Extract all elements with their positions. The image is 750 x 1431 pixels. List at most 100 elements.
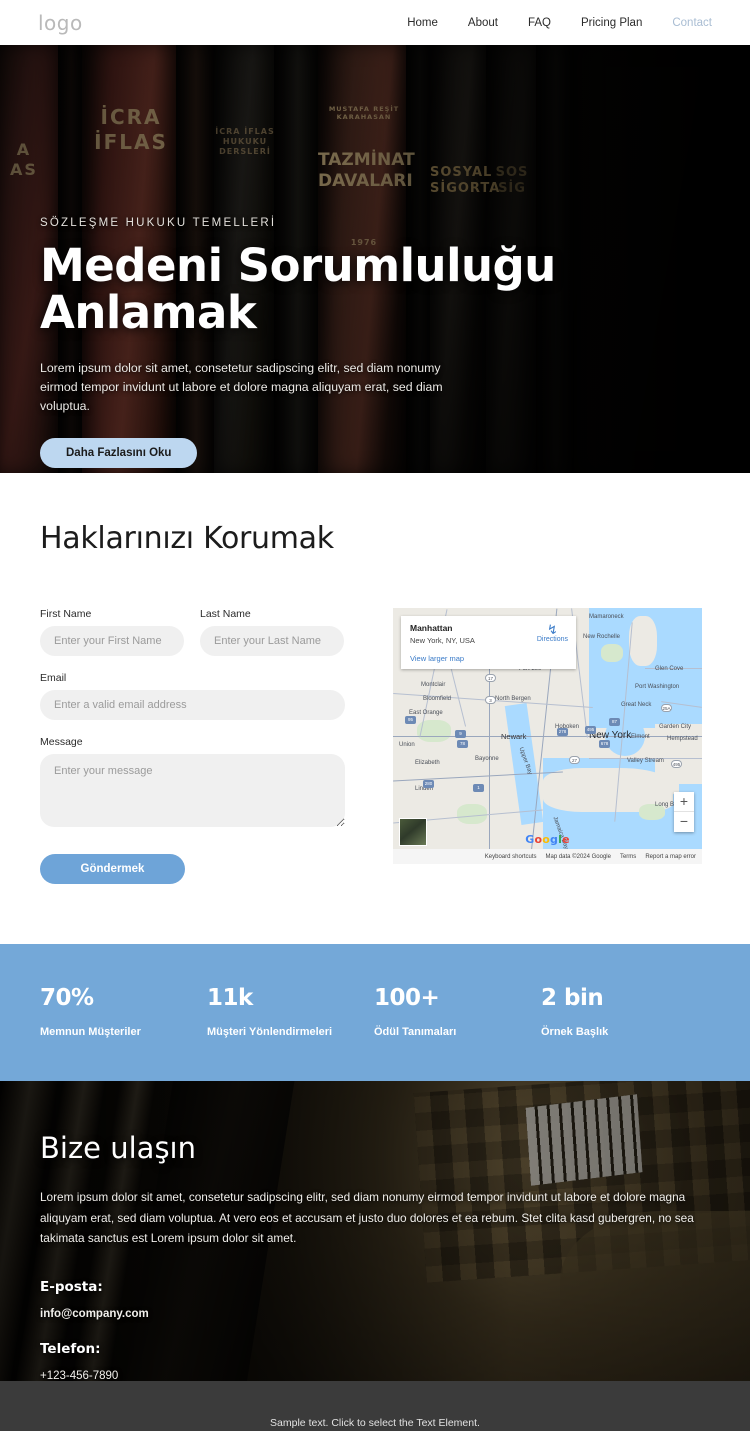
hero-title: Medeni Sorumluluğu Anlamak — [40, 242, 560, 337]
terms-link[interactable]: Terms — [620, 854, 636, 860]
nav-item-contact[interactable]: Contact — [672, 17, 712, 29]
reach-title: Bize ulaşın — [40, 1131, 196, 1165]
map-info-card: Manhattan New York, NY, USA View larger … — [401, 616, 576, 669]
map-label-new-rochelle: New Rochelle — [583, 634, 621, 640]
email-label: Email — [40, 672, 67, 684]
google-map-embed[interactable]: Manhattan New York, NY, USA View larger … — [393, 608, 702, 864]
reach-us-section: Bize ulaşın Lorem ipsum dolor sit amet, … — [0, 1081, 750, 1381]
contact-form: First Name Last Name Email Message — [40, 608, 345, 884]
map-label-glen-cove: Glen Cove — [655, 666, 684, 672]
map-attribution-bar: Keyboard shortcuts Map data ©2024 Google… — [393, 849, 702, 864]
hero-description: Lorem ipsum dolor sit amet, consetetur s… — [40, 360, 443, 413]
route-shield-280: 280 — [423, 780, 434, 788]
map-label-hempstead: Hempstead — [667, 736, 698, 742]
logo[interactable]: logo — [38, 11, 83, 35]
stat-label: Müşteri Yönlendirmeleri — [207, 1026, 333, 1038]
route-circle-3: 3 — [485, 696, 496, 704]
hero-section: İCRAİFLAS AAS İCRA İFLASHUKUKUDERSLERİ M… — [0, 45, 750, 473]
first-name-label: First Name — [40, 608, 92, 620]
stat-item: 2 bin Örnek Başlık — [541, 985, 708, 1039]
map-street-view-thumbnail[interactable] — [399, 818, 427, 846]
nav-item-faq[interactable]: FAQ — [528, 17, 551, 29]
map-label-montclair: Montclair — [421, 682, 446, 688]
view-larger-map-link[interactable]: View larger map — [410, 654, 567, 663]
main-navigation: Home About FAQ Pricing Plan Contact — [407, 17, 712, 29]
stat-label: Ödül Tanımaları — [374, 1026, 457, 1038]
email-input[interactable] — [40, 690, 345, 720]
page-root: logo Home About FAQ Pricing Plan Contact — [0, 0, 750, 1431]
map-label-bayonne: Bayonne — [475, 756, 499, 762]
route-shield-87: 87 — [609, 718, 620, 726]
route-shield-495: 495 — [585, 726, 596, 734]
map-label-newark: Newark — [501, 732, 527, 741]
map-label-elmont: Elmont — [631, 734, 650, 740]
map-label-great-neck: Great Neck — [621, 702, 652, 708]
email-field-group: Email — [40, 672, 345, 720]
hero-title-line-1: Medeni Sorumluluğu — [40, 239, 556, 292]
name-fields-row: First Name Last Name — [40, 608, 345, 672]
stat-value: 70% — [40, 985, 94, 1011]
stat-value: 11k — [207, 985, 253, 1011]
reach-description: Lorem ipsum dolor sit amet, consetetur s… — [40, 1190, 694, 1246]
first-name-field-group: First Name — [40, 608, 184, 656]
message-textarea[interactable] — [40, 754, 345, 827]
route-shield-95: 95 — [405, 716, 416, 724]
email-address[interactable]: info@company.com — [40, 1308, 710, 1320]
zoom-in-button[interactable]: + — [674, 792, 694, 812]
map-label-union: Union — [399, 742, 415, 748]
route-circle-495: 495 — [671, 760, 682, 768]
stat-item: 70% Memnun Müşteriler — [40, 985, 207, 1039]
nav-item-home[interactable]: Home — [407, 17, 438, 29]
section-title: Haklarınızı Korumak — [40, 521, 334, 556]
stat-value: 100+ — [374, 985, 440, 1011]
route-shield-1: 1 — [473, 784, 484, 792]
message-label: Message — [40, 736, 83, 748]
hero-eyebrow: SÖZLEŞME HUKUKU TEMELLERİ — [40, 217, 277, 229]
map-label-bloomfield: Bloomfield — [423, 696, 452, 702]
map-data-attribution: Map data ©2024 Google — [545, 853, 611, 860]
route-circle-25a: 25A — [661, 704, 672, 712]
directions-label: Directions — [536, 636, 568, 643]
first-name-input[interactable] — [40, 626, 184, 656]
reach-content: Bize ulaşın Lorem ipsum dolor sit amet, … — [40, 1131, 710, 1381]
report-map-error-link[interactable]: Report a map error — [645, 854, 696, 860]
route-shield-78: 78 — [457, 740, 468, 748]
map-label-garden-city: Garden City — [659, 724, 692, 730]
directions-button[interactable]: ↯ Directions — [537, 623, 568, 643]
last-name-label: Last Name — [200, 608, 251, 620]
contact-form-section: Haklarınızı Korumak First Name Last Name… — [0, 473, 750, 944]
phone-number[interactable]: +123-456-7890 — [40, 1370, 710, 1381]
stat-item: 11k Müşteri Yönlendirmeleri — [207, 985, 374, 1039]
nav-item-pricing-plan[interactable]: Pricing Plan — [581, 17, 642, 29]
zoom-out-button[interactable]: − — [674, 812, 694, 832]
route-circle-27: 27 — [569, 756, 580, 764]
last-name-input[interactable] — [200, 626, 344, 656]
site-header: logo Home About FAQ Pricing Plan Contact — [0, 0, 750, 45]
keyboard-shortcuts-link[interactable]: Keyboard shortcuts — [485, 854, 537, 860]
form-map-row: First Name Last Name Email Message — [40, 608, 710, 884]
map-label-port-washington: Port Washington — [635, 684, 680, 690]
stats-section: 70% Memnun Müşteriler 11k Müşteri Yönlen… — [0, 944, 750, 1081]
footer-text[interactable]: Sample text. Click to select the Text El… — [270, 1417, 480, 1429]
route-shield-678: 678 — [599, 740, 610, 748]
map-zoom-controls[interactable]: + − — [674, 792, 694, 832]
directions-icon: ↯ — [546, 622, 558, 637]
google-logo: Google — [525, 833, 570, 846]
email-heading: E-posta: — [40, 1278, 103, 1295]
message-field-group: Message — [40, 736, 345, 832]
last-name-field-group: Last Name — [200, 608, 344, 656]
hero-content: SÖZLEŞME HUKUKU TEMELLERİ Medeni Sorumlu… — [40, 217, 560, 468]
submit-button[interactable]: Göndermek — [40, 854, 185, 884]
route-shield-9: 9 — [455, 730, 466, 738]
stat-label: Memnun Müşteriler — [40, 1026, 141, 1038]
stat-value: 2 bin — [541, 985, 604, 1011]
map-label-mamaroneck: Mamaroneck — [589, 614, 624, 620]
stat-item: 100+ Ödül Tanımaları — [374, 985, 541, 1039]
nav-item-about[interactable]: About — [468, 17, 498, 29]
hero-read-more-button[interactable]: Daha Fazlasını Oku — [40, 437, 198, 468]
phone-heading: Telefon: — [40, 1340, 101, 1357]
site-footer: Sample text. Click to select the Text El… — [0, 1381, 750, 1431]
map-label-elizabeth: Elizabeth — [415, 760, 440, 766]
route-circle-17: 17 — [485, 674, 496, 682]
map-column: Manhattan New York, NY, USA View larger … — [393, 608, 702, 864]
